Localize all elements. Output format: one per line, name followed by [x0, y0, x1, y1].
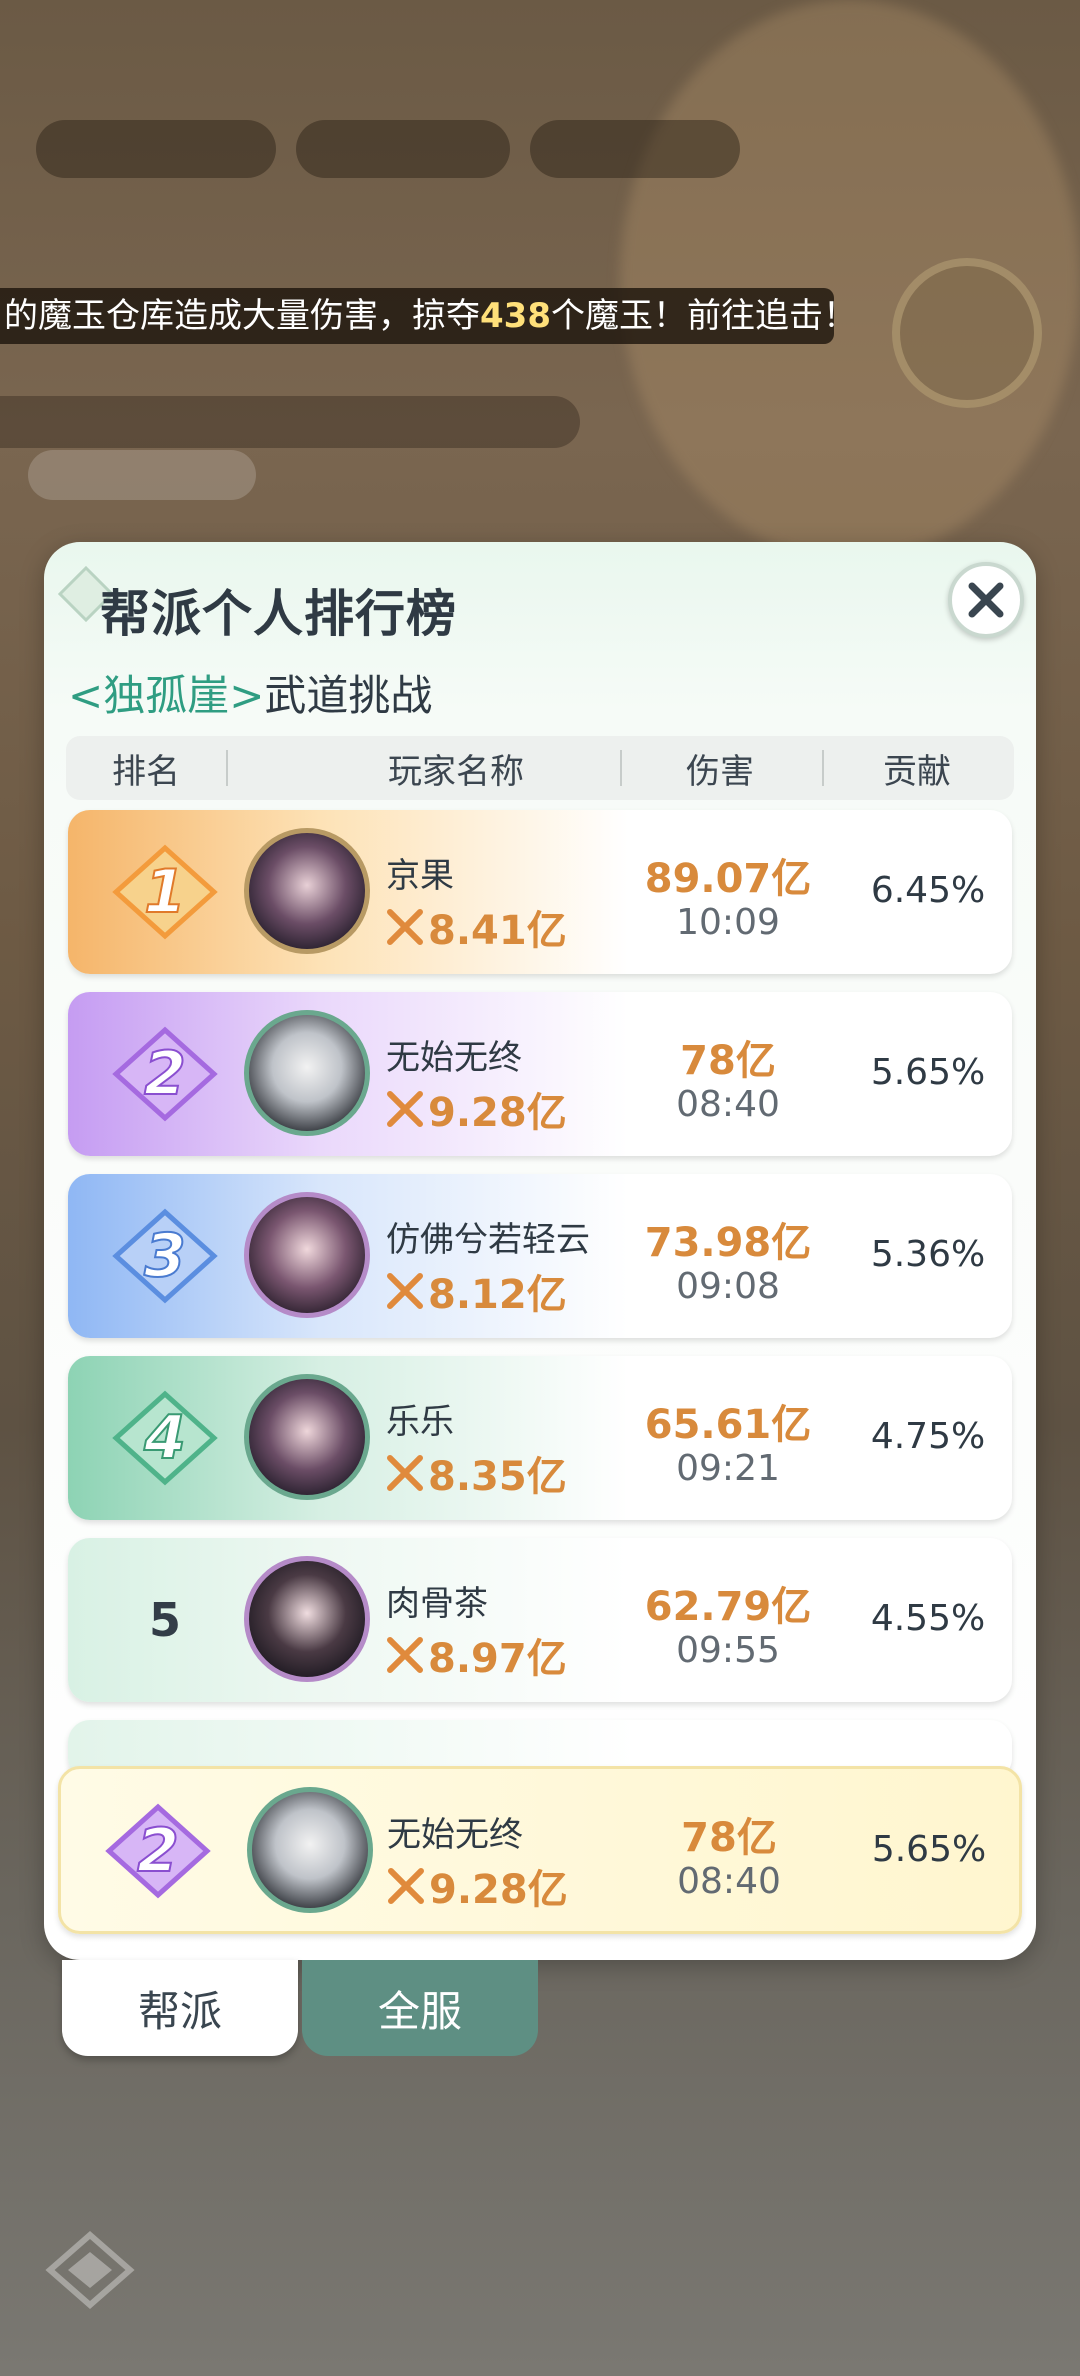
- time-value: 09:21: [676, 1448, 780, 1489]
- damage-value: 62.79亿: [644, 1584, 812, 1630]
- combat-power: 8.12亿: [386, 1262, 567, 1320]
- contribution-value: 4.75%: [870, 1416, 986, 1457]
- table-header: 排名 玩家名称 伤害 贡献: [66, 736, 1014, 800]
- damage-value: 78亿: [681, 1815, 777, 1861]
- crossed-swords-icon: [387, 1455, 423, 1491]
- table-row[interactable]: 2 无始无终 9.28亿 78亿 08:40 5.65%: [68, 992, 1012, 1156]
- table-row[interactable]: 5 肉骨茶 8.97亿 62.79亿 09:55 4.55%: [68, 1538, 1012, 1702]
- rank-1-medal-icon: 1: [110, 842, 220, 942]
- rank-3-medal-icon: 3: [110, 1206, 220, 1306]
- notification-banner: 的魔玉仓库造成大量伤害，掠夺438个魔玉！前往追击！: [0, 288, 834, 344]
- corner-ornament-icon: [45, 2231, 135, 2309]
- contribution-value: 5.65%: [870, 1052, 986, 1093]
- table-row[interactable]: 4 乐乐 8.35亿 65.61亿 09:21 4.75%: [68, 1356, 1012, 1520]
- background-message: [0, 396, 580, 448]
- avatar[interactable]: [244, 1556, 370, 1682]
- time-value: 08:40: [676, 1084, 780, 1125]
- rank-2-medal-icon: 2: [110, 1024, 220, 1124]
- event-badge-icon: [892, 258, 1042, 408]
- crossed-swords-icon: [388, 1868, 424, 1904]
- crossed-swords-icon: [387, 1637, 423, 1673]
- combat-power: 9.28亿: [386, 1080, 567, 1138]
- rank-number: 5: [148, 1593, 181, 1647]
- column-rank: 排名: [112, 751, 180, 792]
- close-button[interactable]: [948, 562, 1024, 638]
- crossed-swords-icon: [387, 1091, 423, 1127]
- hud-resource-bar: [296, 120, 510, 178]
- combat-power: 9.28亿: [387, 1857, 568, 1915]
- avatar[interactable]: [244, 1010, 370, 1136]
- time-value: 09:08: [676, 1266, 780, 1307]
- time-value: 08:40: [677, 1861, 781, 1902]
- avatar[interactable]: [247, 1787, 373, 1913]
- challenge-name: 武道挑战: [264, 671, 433, 720]
- avatar[interactable]: [244, 828, 370, 954]
- rank-2-medal-icon: 2: [103, 1801, 213, 1901]
- player-name: 仿佛兮若轻云: [386, 1220, 590, 1260]
- crossed-swords-icon: [387, 909, 423, 945]
- svg-text:2: 2: [144, 1039, 186, 1109]
- close-icon: [968, 582, 1004, 618]
- contribution-value: 5.65%: [871, 1829, 987, 1870]
- contribution-value: 4.55%: [870, 1598, 986, 1639]
- my-rank-row[interactable]: 2 无始无终 9.28亿 78亿 08:40 5.65%: [58, 1766, 1022, 1934]
- table-row[interactable]: 1 京果 8.41亿 89.07亿 10:09 6.45%: [68, 810, 1012, 974]
- combat-power: 8.35亿: [386, 1444, 567, 1502]
- player-name: 肉骨茶: [386, 1584, 488, 1624]
- player-name: 无始无终: [386, 1038, 522, 1078]
- avatar[interactable]: [244, 1374, 370, 1500]
- svg-text:2: 2: [137, 1816, 179, 1886]
- hud-resource-bar: [530, 120, 740, 178]
- hud-resource-bar: [36, 120, 276, 178]
- crossed-swords-icon: [387, 1273, 423, 1309]
- challenge-subtitle: <独孤崖>武道挑战: [68, 662, 432, 723]
- avatar[interactable]: [244, 1192, 370, 1318]
- table-row[interactable]: 3 仿佛兮若轻云 8.12亿 73.98亿 09:08 5.36%: [68, 1174, 1012, 1338]
- dialog-title: 帮派个人排行榜: [100, 585, 457, 643]
- combat-power: 8.97亿: [386, 1626, 567, 1684]
- damage-value: 65.61亿: [644, 1402, 812, 1448]
- time-value: 09:55: [676, 1630, 780, 1671]
- background-pill: [28, 450, 256, 500]
- player-name: 无始无终: [387, 1815, 523, 1855]
- contribution-value: 6.45%: [870, 870, 986, 911]
- player-name: 乐乐: [386, 1402, 454, 1442]
- damage-value: 78亿: [680, 1038, 776, 1084]
- tab-server[interactable]: 全服: [302, 1960, 538, 2056]
- tab-guild[interactable]: 帮派: [62, 1960, 298, 2056]
- time-value: 10:09: [676, 902, 780, 943]
- svg-text:4: 4: [143, 1403, 186, 1473]
- guild-tag: <独孤崖>: [68, 671, 265, 720]
- svg-text:3: 3: [144, 1221, 186, 1291]
- damage-value: 89.07亿: [644, 856, 812, 902]
- svg-text:1: 1: [144, 857, 186, 927]
- column-damage: 伤害: [686, 751, 754, 792]
- contribution-value: 5.36%: [870, 1234, 986, 1275]
- player-name: 京果: [386, 856, 454, 896]
- column-player: 玩家名称: [388, 751, 524, 792]
- rank-4-medal-icon: 4: [110, 1388, 220, 1488]
- damage-value: 73.98亿: [644, 1220, 812, 1266]
- combat-power: 8.41亿: [386, 898, 567, 956]
- column-contribution: 贡献: [883, 751, 951, 792]
